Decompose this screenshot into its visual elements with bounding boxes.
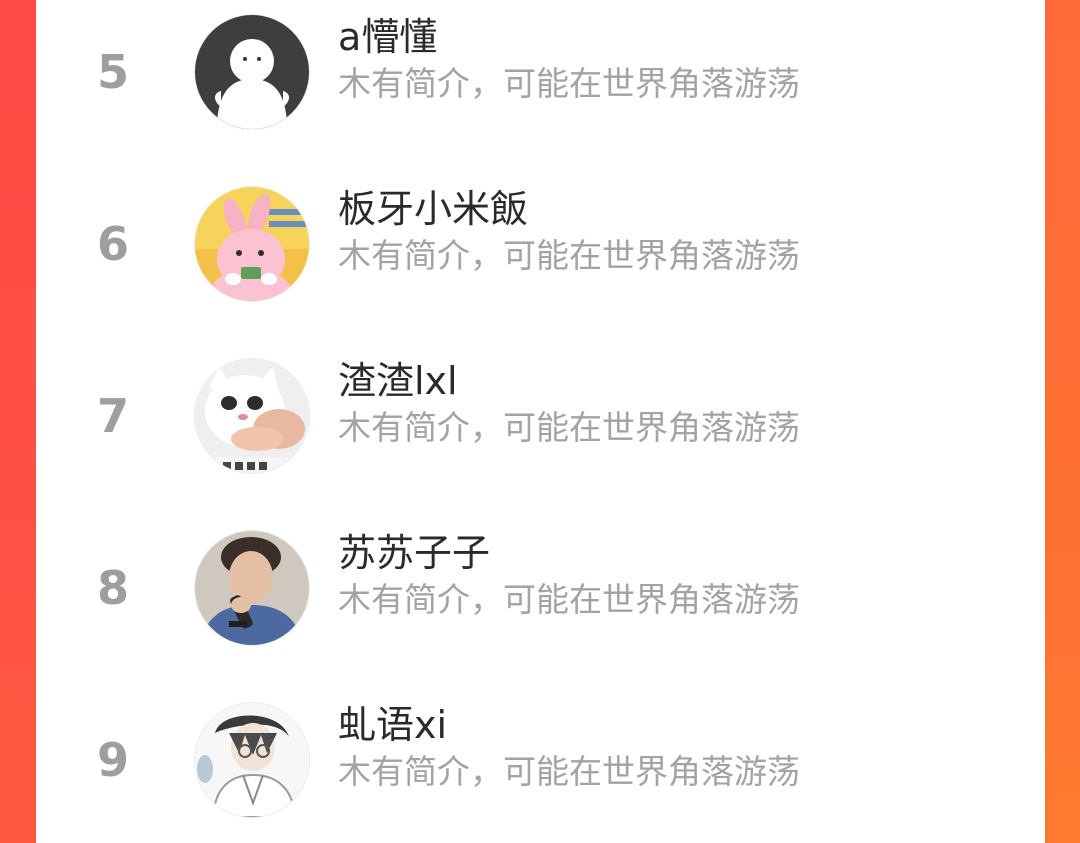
- ranking-row-9[interactable]: 9 虬语xi 木有简介，可能在世界角落游荡: [36, 700, 1045, 830]
- user-name[interactable]: 虬语xi: [338, 700, 447, 750]
- anime-boy-avatar-icon: [195, 703, 309, 817]
- pink-bunny-avatar-icon: [195, 187, 309, 301]
- user-bio: 木有简介，可能在世界角落游荡: [338, 752, 800, 791]
- ranking-row-5[interactable]: 5 a懵懂 木有简介，可能在世界角落游荡: [36, 12, 1045, 142]
- ranking-row-8[interactable]: 8 苏苏子子 木有简介，可能在世界角落游荡: [36, 528, 1045, 658]
- ranking-row-6[interactable]: 6 板牙小米飯 木有简介，可能在世界角落游荡: [36, 184, 1045, 314]
- user-bio: 木有简介，可能在世界角落游荡: [338, 64, 800, 103]
- ranking-row-7[interactable]: 7 渣渣lxl 木有简介，可能在世界角落游荡: [36, 356, 1045, 486]
- user-name[interactable]: 板牙小米飯: [338, 184, 528, 234]
- singer-photo-avatar-icon: [195, 531, 309, 645]
- rank-number: 7: [96, 389, 129, 443]
- user-name[interactable]: 渣渣lxl: [338, 356, 458, 406]
- user-bio: 木有简介，可能在世界角落游荡: [338, 408, 800, 447]
- user-name[interactable]: a懵懂: [338, 12, 437, 62]
- rank-number: 9: [96, 733, 129, 787]
- user-bio: 木有简介，可能在世界角落游荡: [338, 580, 800, 619]
- ranking-list: 5 a懵懂 木有简介，可能在世界角落游荡 6 板牙小米飯 木有简介，可能在世界角…: [36, 0, 1045, 843]
- rank-number: 5: [96, 45, 129, 99]
- rank-number: 6: [96, 217, 129, 271]
- user-name[interactable]: 苏苏子子: [338, 528, 490, 578]
- default-ghost-avatar-icon: [195, 15, 309, 129]
- user-avatar[interactable]: [194, 186, 310, 302]
- background-edge-left: [0, 0, 36, 843]
- background-edge-right: [1044, 0, 1080, 843]
- rank-number: 8: [96, 561, 129, 615]
- user-avatar[interactable]: [194, 358, 310, 474]
- user-avatar[interactable]: [194, 702, 310, 818]
- user-avatar[interactable]: [194, 14, 310, 130]
- user-bio: 木有简介，可能在世界角落游荡: [338, 236, 800, 275]
- crying-cat-avatar-icon: [195, 359, 309, 473]
- user-avatar[interactable]: [194, 530, 310, 646]
